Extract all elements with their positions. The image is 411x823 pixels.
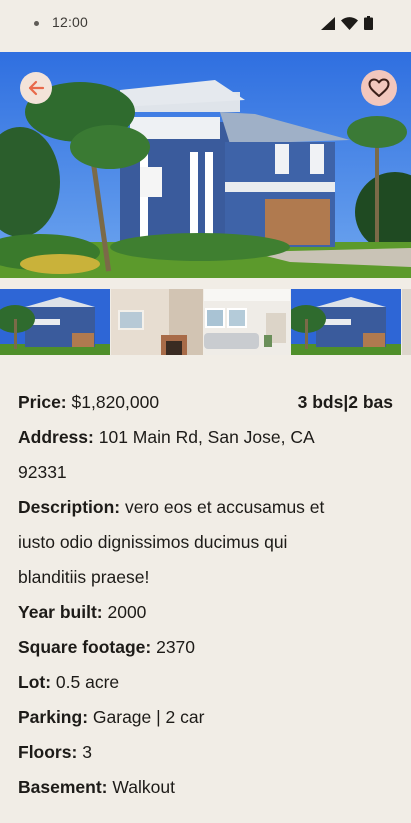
notification-dot bbox=[34, 21, 39, 26]
address-zip: 92331 bbox=[18, 462, 67, 482]
wifi-icon bbox=[341, 16, 358, 30]
thumbnail-house-exterior[interactable] bbox=[0, 289, 110, 355]
description-row: Description: vero eos et accusamus et iu… bbox=[18, 490, 393, 595]
parking-row: Parking: Garage | 2 car bbox=[18, 700, 393, 735]
description-line-2: iusto odio dignissimos ducimus qui bbox=[18, 532, 288, 552]
thumbnail-living-room-sofa[interactable] bbox=[204, 289, 290, 355]
year-built-label: Year built: bbox=[18, 602, 103, 622]
beds-baths: 3 bds|2 bas bbox=[297, 392, 393, 412]
lot-label: Lot: bbox=[18, 672, 52, 692]
thumbnail-strip[interactable] bbox=[0, 289, 411, 355]
description-line-3: blanditiis praese! bbox=[18, 567, 150, 587]
status-bar: 12:00 bbox=[0, 0, 411, 48]
lot-value: 0.5 acre bbox=[55, 672, 120, 692]
price: Price: $1,820,000 bbox=[18, 385, 159, 420]
back-button[interactable] bbox=[20, 72, 52, 104]
status-icons bbox=[321, 15, 373, 31]
thumbnail-house-exterior-2[interactable] bbox=[291, 289, 401, 355]
price-label: Price: bbox=[18, 392, 67, 412]
heart-outline-icon bbox=[368, 78, 390, 97]
price-value: $1,820,000 bbox=[71, 392, 160, 412]
parking-label: Parking: bbox=[18, 707, 89, 727]
address-label: Address: bbox=[18, 427, 94, 447]
price-row: Price: $1,820,000 3 bds|2 bas bbox=[18, 385, 393, 420]
square-footage-value: 2370 bbox=[156, 637, 196, 657]
floors-value: 3 bbox=[82, 742, 92, 762]
battery-icon bbox=[364, 16, 373, 30]
year-built-row: Year built: 2000 bbox=[18, 595, 393, 630]
thumbnail-living-room-fireplace[interactable] bbox=[111, 289, 203, 355]
address-row: Address: 101 Main Rd, San Jose, CA 92331 bbox=[18, 420, 393, 490]
status-time: 12:00 bbox=[52, 14, 89, 30]
parking-value: Garage | 2 car bbox=[92, 707, 205, 727]
floors-label: Floors: bbox=[18, 742, 78, 762]
arrow-back-icon bbox=[28, 80, 45, 96]
square-footage-row: Square footage: 2370 bbox=[18, 630, 393, 665]
address-value: 101 Main Rd, San Jose, CA bbox=[98, 427, 315, 447]
year-built-value: 2000 bbox=[107, 602, 147, 622]
basement-value: Walkout bbox=[112, 777, 175, 797]
thumbnail-partial[interactable] bbox=[402, 289, 411, 355]
description-line-1: vero eos et accusamus et bbox=[124, 497, 325, 517]
description-label: Description: bbox=[18, 497, 121, 517]
hero-image bbox=[0, 52, 411, 278]
floors-row: Floors: 3 bbox=[18, 735, 393, 770]
basement-row: Basement: Walkout bbox=[18, 770, 393, 805]
basement-label: Basement: bbox=[18, 777, 108, 797]
signal-icon bbox=[321, 16, 335, 30]
property-details: Price: $1,820,000 3 bds|2 bas Address: 1… bbox=[18, 385, 393, 805]
favorite-button[interactable] bbox=[361, 70, 397, 106]
square-footage-label: Square footage: bbox=[18, 637, 152, 657]
lot-row: Lot: 0.5 acre bbox=[18, 665, 393, 700]
